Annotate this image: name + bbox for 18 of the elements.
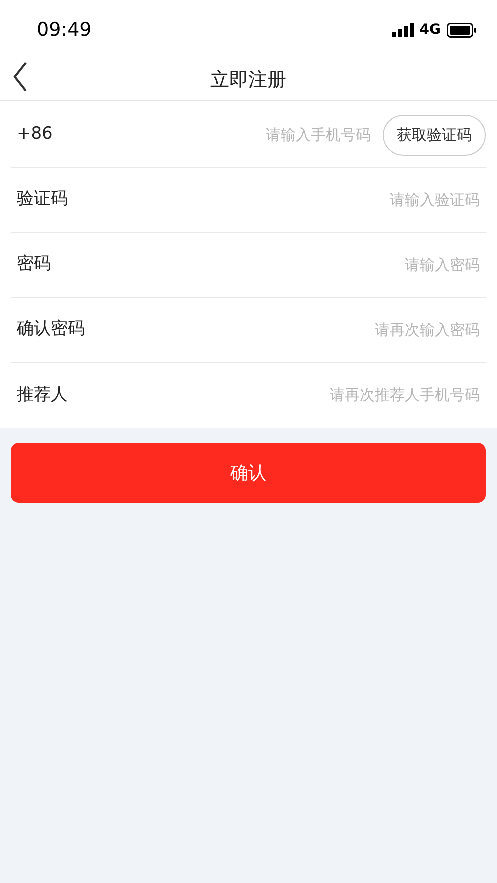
signal-icon bbox=[392, 23, 414, 37]
text-input[interactable]: 请输入验证码 bbox=[76, 188, 486, 212]
field-label: 密码 bbox=[16, 253, 51, 276]
phone-input[interactable]: 请输入手机号码 bbox=[221, 124, 371, 146]
battery-icon bbox=[447, 22, 477, 38]
status-time: 09:49 bbox=[37, 18, 92, 43]
network-type: 4G bbox=[420, 20, 441, 40]
confirm-button[interactable]: 确认 bbox=[11, 443, 486, 503]
text-input[interactable]: 请输入密码 bbox=[59, 254, 486, 276]
field-label: 确认密码 bbox=[16, 318, 85, 342]
field-label: 推荐人 bbox=[16, 384, 68, 407]
text-input[interactable]: 请再次输入密码 bbox=[93, 318, 486, 342]
get-code-button[interactable]: 获取验证码 bbox=[383, 114, 486, 156]
page-title: 立即注册 bbox=[210, 68, 286, 93]
text-input[interactable]: 请再次推荐人手机号码 bbox=[76, 384, 486, 407]
field-label: 验证码 bbox=[16, 188, 68, 212]
field-label: +86 bbox=[16, 123, 53, 146]
back-icon[interactable] bbox=[12, 61, 28, 93]
